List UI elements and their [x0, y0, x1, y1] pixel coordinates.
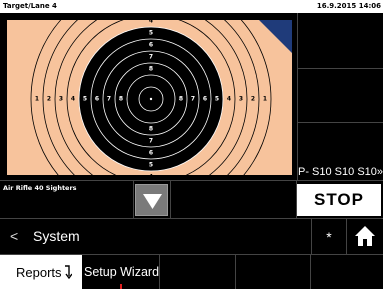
- arrow-turn-down-icon: [65, 265, 72, 279]
- ring-number-right-0: 1: [263, 96, 267, 103]
- ring-number-left-6: 7: [107, 96, 111, 103]
- date-time: 16.9.2015 14:06: [316, 2, 381, 10]
- home-button[interactable]: [347, 219, 383, 255]
- tab-bar: Reports Setup Wizard: [0, 254, 383, 289]
- triangle-down-icon: [143, 194, 162, 209]
- mode-row: Air Rifle 40 Sighters STOP: [0, 180, 383, 219]
- ring-number-top-4: 5: [149, 30, 153, 37]
- shot-cell-2: [298, 68, 383, 123]
- ring-number-bottom-6: 7: [149, 138, 153, 145]
- shot-cell-3: P- S10 S10 S10»: [298, 122, 383, 180]
- discipline-label: Air Rifle 40 Sighters: [3, 184, 77, 192]
- ring-number-left-1: 2: [47, 96, 51, 103]
- shot-cell-1: [298, 13, 383, 69]
- section-title[interactable]: System: [33, 228, 80, 244]
- ring-number-right-5: 6: [203, 96, 207, 103]
- stop-button[interactable]: STOP: [297, 184, 381, 216]
- star-button[interactable]: *: [312, 219, 346, 255]
- ring-number-top-5: 6: [149, 42, 153, 49]
- ring-number-right-2: 3: [239, 96, 243, 103]
- divider: [170, 181, 171, 219]
- divider: [133, 181, 134, 219]
- ring-number-bottom-4: 5: [149, 162, 153, 169]
- tab-reports-label: Reports: [16, 265, 62, 280]
- ring-number-right-7: 8: [179, 96, 183, 103]
- ring-number-right-1: 2: [251, 96, 255, 103]
- home-icon: [355, 226, 375, 246]
- series-summary: P- S10 S10 S10»: [298, 166, 383, 178]
- ring-number-bottom-5: 6: [149, 150, 153, 157]
- tab-empty[interactable]: [160, 255, 236, 289]
- ring-number-right-6: 7: [191, 96, 195, 103]
- ring-number-left-3: 4: [71, 96, 75, 103]
- header-bar: Target/Lane 4 16.9.2015 14:06: [0, 0, 383, 13]
- tab-empty[interactable]: [311, 255, 383, 289]
- navigation-bar: < System *: [0, 218, 383, 255]
- tab-empty[interactable]: [236, 255, 311, 289]
- ring-number-left-7: 8: [119, 96, 123, 103]
- ring-number-left-0: 1: [35, 96, 39, 103]
- target-view[interactable]: 1 1 2 2 3 3 4 4 4 4 5 5 5 5 6 6 6 6 7 7 7 7 8 8 8 8: [0, 13, 297, 180]
- series-panel: P- S10 S10 S10»: [297, 13, 383, 180]
- tab-setup-wizard-label: Setup Wizard: [84, 265, 160, 279]
- ring-number-bottom-7: 8: [149, 126, 153, 133]
- lane-title: Target/Lane 4: [3, 2, 57, 10]
- ring-number-top-3: 4: [149, 20, 153, 25]
- active-indicator: [120, 284, 122, 289]
- ring-number-top-7: 8: [149, 66, 153, 73]
- ring-number-right-4: 5: [215, 96, 219, 103]
- ring-number-left-2: 3: [59, 96, 63, 103]
- back-icon[interactable]: <: [10, 228, 18, 244]
- ring-number-top-6: 7: [149, 54, 153, 61]
- ring-number-left-4: 5: [83, 96, 87, 103]
- discipline-dropdown-button[interactable]: [135, 184, 168, 216]
- target-face: 1 1 2 2 3 3 4 4 4 4 5 5 5 5 6 6 6 6 7 7 7 7 8 8 8 8: [7, 20, 292, 175]
- ring-number-bottom-3: 4: [149, 174, 153, 176]
- center-dot: [149, 97, 153, 101]
- tab-setup-wizard[interactable]: Setup Wizard: [82, 255, 160, 289]
- ring-number-right-3: 4: [227, 96, 231, 103]
- ring-number-left-5: 6: [95, 96, 99, 103]
- tab-reports[interactable]: Reports: [0, 255, 82, 289]
